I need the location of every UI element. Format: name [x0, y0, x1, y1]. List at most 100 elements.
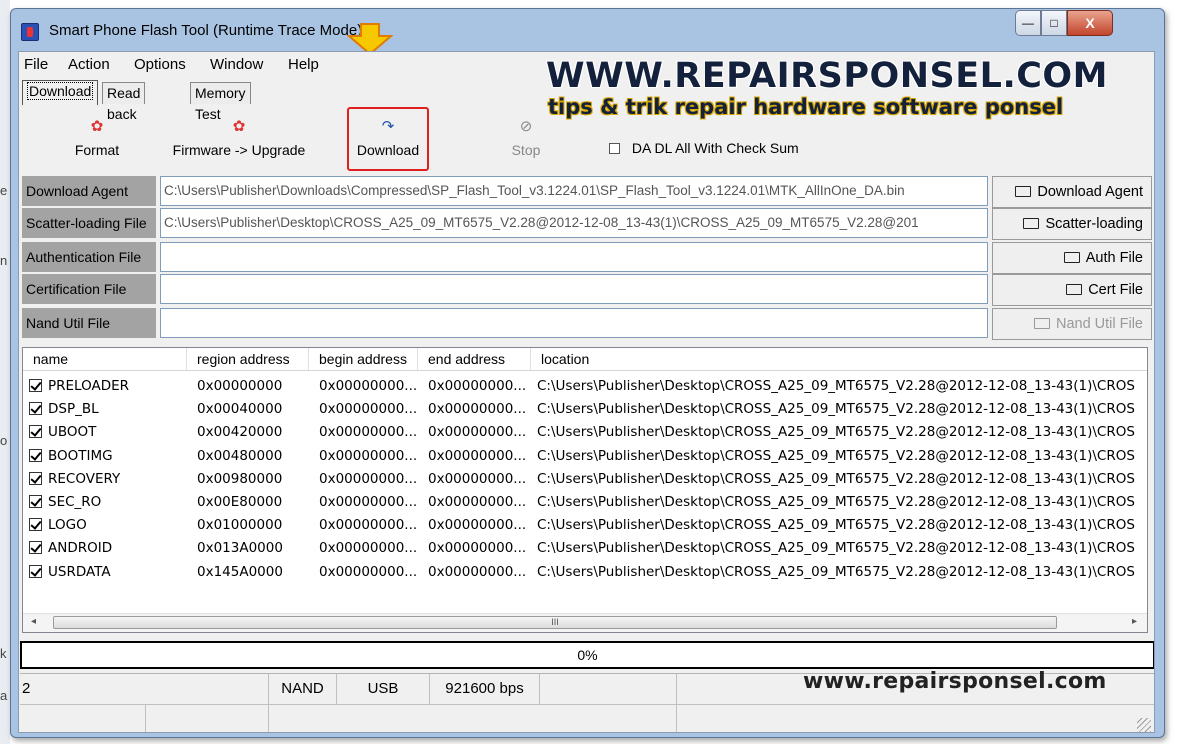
table-cell-region: 0x00420000: [197, 424, 283, 441]
button-label: Nand Util File: [1055, 316, 1143, 332]
table-cell-location: C:\Users\Publisher\Desktop\CROSS_A25_09_…: [537, 424, 1135, 441]
table-cell-region: 0x01000000: [197, 517, 283, 534]
table-cell-begin: 0x00000000...: [319, 517, 418, 534]
row-checkbox[interactable]: [29, 448, 42, 462]
stop-label: Stop: [511, 142, 541, 158]
table-row[interactable]: PRELOADER 0x00000000 0x00000000... 0x000000…: [23, 375, 1147, 398]
table-cell-location: C:\Users\Publisher\Desktop\CROSS_A25_09_…: [537, 540, 1135, 557]
scroll-left-icon[interactable]: ◂: [31, 616, 36, 627]
scatter-loading-button[interactable]: Scatter-loading: [992, 208, 1152, 240]
menu-window[interactable]: Window: [210, 56, 263, 73]
row-checkbox[interactable]: [29, 495, 42, 508]
auth-file-button[interactable]: Auth File: [992, 242, 1152, 274]
table-cell-region: 0x00040000: [197, 401, 283, 418]
menu-action[interactable]: Action: [68, 56, 110, 73]
field-label: Download Agent: [22, 176, 156, 206]
row-checkbox[interactable]: [29, 402, 42, 416]
row-checkbox[interactable]: [29, 564, 42, 578]
scatter-loading-field[interactable]: C:\Users\Publisher\Desktop\CROSS_A25_09_…: [160, 208, 988, 238]
table-row[interactable]: UBOOT 0x00420000 0x00000000... 0x00000000..…: [23, 421, 1147, 444]
table-row[interactable]: USRDATA 0x145A0000 0x00000000... 0x00000000…: [23, 561, 1147, 584]
maximize-button[interactable]: □: [1041, 10, 1067, 36]
status-empty: [269, 705, 677, 732]
table-cell-name: LOGO: [29, 514, 187, 537]
title-bar[interactable]: Smart Phone Flash Tool (Runtime Trace Mo…: [11, 9, 1164, 51]
stop-button[interactable]: ⊘ Stop: [503, 118, 549, 158]
close-button[interactable]: X: [1067, 10, 1113, 36]
da-checksum-checkbox[interactable]: DA DL All With Check Sum: [609, 140, 799, 156]
table-cell-name: RECOVERY: [29, 468, 187, 491]
row-checkbox[interactable]: [29, 518, 42, 532]
menu-help[interactable]: Help: [288, 56, 319, 73]
tab-memory-test[interactable]: Memory Test: [190, 82, 251, 122]
download-agent-button[interactable]: Download Agent: [992, 176, 1152, 208]
tab-read-back[interactable]: Read back: [102, 82, 146, 122]
table-cell-name: UBOOT: [29, 421, 187, 444]
column-header-end[interactable]: end address: [418, 348, 531, 370]
download-agent-field[interactable]: C:\Users\Publisher\Downloads\Compressed\…: [160, 176, 988, 206]
column-header-begin[interactable]: begin address: [309, 348, 418, 370]
partition-name: PRELOADER: [48, 378, 130, 394]
table-cell-end: 0x00000000...: [428, 517, 527, 534]
cert-file-field[interactable]: [160, 274, 988, 304]
table-cell-region: 0x145A0000: [197, 563, 283, 580]
button-label: Cert File: [1088, 282, 1143, 298]
table-cell-location: C:\Users\Publisher\Desktop\CROSS_A25_09_…: [537, 401, 1135, 418]
row-checkbox[interactable]: [29, 471, 42, 485]
nand-util-button[interactable]: Nand Util File: [992, 308, 1152, 340]
table-cell-begin: 0x00000000...: [319, 401, 418, 418]
status-interface: USB: [337, 674, 430, 704]
nand-util-field[interactable]: [160, 308, 988, 338]
checkbox-icon: [609, 143, 620, 154]
resize-grip-icon[interactable]: [1137, 718, 1151, 732]
field-label: Scatter-loading File: [22, 208, 156, 238]
folder-icon: [1033, 318, 1050, 329]
status-bar-secondary: [20, 704, 1154, 732]
tab-download[interactable]: Download: [22, 80, 99, 105]
table-cell-begin: 0x00000000...: [319, 470, 418, 487]
menu-options[interactable]: Options: [134, 56, 186, 73]
table-cell-region: 0x00480000: [197, 447, 283, 464]
table-cell-location: C:\Users\Publisher\Desktop\CROSS_A25_09_…: [537, 470, 1135, 487]
table-row[interactable]: ANDROID 0x013A0000 0x00000000... 0x00000000…: [23, 537, 1147, 560]
table-row[interactable]: SEC_RO 0x00E80000 0x00000000... 0x00000000.…: [23, 491, 1147, 514]
table-cell-name: ANDROID: [29, 537, 187, 560]
table-cell-end: 0x00000000...: [428, 447, 527, 464]
tab-download-label: Download: [27, 82, 94, 100]
table-cell-end: 0x00000000...: [428, 563, 527, 580]
row-checkbox[interactable]: [29, 425, 42, 439]
row-checkbox[interactable]: [29, 541, 42, 555]
horizontal-scrollbar[interactable]: ◂ III ▸: [23, 613, 1147, 632]
scroll-right-icon[interactable]: ▸: [1132, 616, 1137, 627]
partition-name: RECOVERY: [48, 470, 121, 487]
auth-file-field[interactable]: [160, 242, 988, 272]
table-cell-end: 0x00000000...: [428, 540, 527, 557]
table-row[interactable]: BOOTIMG 0x00480000 0x00000000... 0x00000000…: [23, 445, 1147, 468]
column-header-location[interactable]: location: [531, 348, 1147, 370]
table-cell-name: BOOTIMG: [29, 445, 187, 468]
table-row[interactable]: RECOVERY 0x00980000 0x00000000... 0x0000000…: [23, 468, 1147, 491]
app-icon: [21, 23, 39, 41]
menu-file[interactable]: File: [24, 56, 48, 73]
scrollbar-thumb[interactable]: III: [53, 616, 1057, 629]
row-checkbox[interactable]: [29, 379, 42, 392]
table-cell-begin: 0x00000000...: [319, 563, 418, 580]
background-text: n: [0, 253, 8, 268]
table-cell-location: C:\Users\Publisher\Desktop\CROSS_A25_09_…: [537, 447, 1135, 464]
table-row[interactable]: LOGO 0x01000000 0x00000000... 0x00000000...…: [23, 514, 1147, 537]
status-empty: [146, 705, 269, 732]
cert-file-button[interactable]: Cert File: [992, 274, 1152, 306]
folder-icon: [1023, 218, 1040, 229]
field-label: Authentication File: [22, 242, 156, 272]
folder-icon: [1015, 186, 1032, 197]
column-header-name[interactable]: name: [23, 348, 187, 370]
table-header: name region address begin address end ad…: [23, 348, 1147, 371]
column-header-region[interactable]: region address: [187, 348, 309, 370]
firmware-upgrade-button[interactable]: ✿ Firmware -> Upgrade: [169, 118, 309, 158]
status-storage: NAND: [269, 674, 337, 704]
minimize-button[interactable]: —: [1015, 10, 1041, 36]
highlight-box: [347, 107, 429, 171]
table-row[interactable]: DSP_BL 0x00040000 0x00000000... 0x00000000.…: [23, 398, 1147, 421]
partition-name: LOGO: [48, 517, 87, 534]
format-button[interactable]: ✿ Format: [67, 118, 127, 158]
